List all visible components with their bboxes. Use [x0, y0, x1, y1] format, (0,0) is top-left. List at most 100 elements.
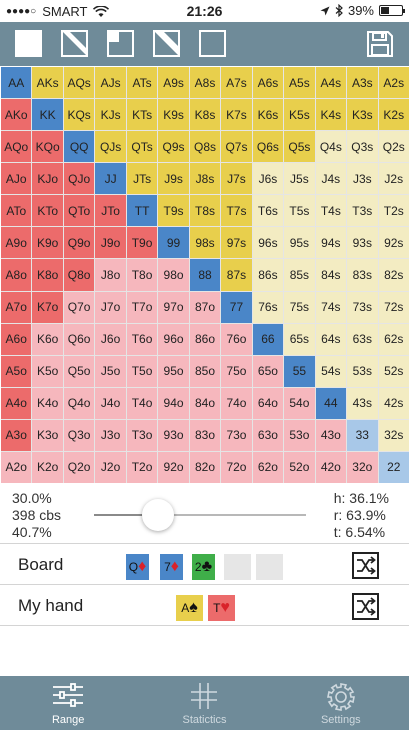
hand-cell-99[interactable]: 99: [158, 227, 189, 259]
hand-cell-66[interactable]: 66: [252, 323, 284, 355]
hand-cell-64s[interactable]: 64s: [315, 323, 347, 355]
hand-cell-T5s[interactable]: T5s: [284, 195, 315, 227]
hand-cell-J9o[interactable]: J9o: [95, 227, 126, 259]
hand-cell-A3s[interactable]: A3s: [347, 67, 378, 99]
hand-cell-84o[interactable]: 84o: [189, 387, 221, 419]
hand-cell-86s[interactable]: 86s: [252, 259, 284, 291]
hand-cell-52s[interactable]: 52s: [378, 355, 409, 387]
hand-cell-55[interactable]: 55: [284, 355, 315, 387]
hand-cell-T3o[interactable]: T3o: [126, 419, 158, 451]
hand-cell-87o[interactable]: 87o: [189, 291, 221, 323]
save-icon[interactable]: [367, 31, 393, 57]
hand-cell-KQs[interactable]: KQs: [63, 99, 95, 131]
hand-cell-42o[interactable]: 42o: [315, 451, 347, 483]
hand-cell-KK[interactable]: KK: [32, 99, 63, 131]
select-pairs-icon[interactable]: [107, 30, 134, 57]
range-slider[interactable]: [94, 499, 306, 531]
hand-cell-QJo[interactable]: QJo: [63, 163, 95, 195]
hand-cell-AQs[interactable]: AQs: [63, 67, 95, 99]
hand-cell-32o[interactable]: 32o: [347, 451, 378, 483]
hand-cell-A8o[interactable]: A8o: [1, 259, 32, 291]
hand-cell-Q4s[interactable]: Q4s: [315, 131, 347, 163]
hand-cell-J7s[interactable]: J7s: [221, 163, 252, 195]
hand-cell-43o[interactable]: 43o: [315, 419, 347, 451]
hand-cell-73o[interactable]: 73o: [221, 419, 252, 451]
hand-cell-Q2s[interactable]: Q2s: [378, 131, 409, 163]
hand-cell-T4o[interactable]: T4o: [126, 387, 158, 419]
hand-cell-92s[interactable]: 92s: [378, 227, 409, 259]
hand-cell-93o[interactable]: 93o: [158, 419, 189, 451]
hand-cell-J6o[interactable]: J6o: [95, 323, 126, 355]
hand-cell-95o[interactable]: 95o: [158, 355, 189, 387]
select-all-icon[interactable]: [15, 30, 42, 57]
hand-cell-42s[interactable]: 42s: [378, 387, 409, 419]
hand-cell-44[interactable]: 44: [315, 387, 347, 419]
hand-cell-33[interactable]: 33: [347, 419, 378, 451]
range-slider-thumb[interactable]: [141, 499, 174, 531]
hand-cell-62s[interactable]: 62s: [378, 323, 409, 355]
hand-cell-A6o[interactable]: A6o: [1, 323, 32, 355]
hand-cell-AJo[interactable]: AJo: [1, 163, 32, 195]
hand-cell-85s[interactable]: 85s: [284, 259, 315, 291]
hand-cell-A9s[interactable]: A9s: [158, 67, 189, 99]
hand-cell-AJs[interactable]: AJs: [95, 67, 126, 99]
hand-cell-K8o[interactable]: K8o: [32, 259, 63, 291]
hand-cell-T7s[interactable]: T7s: [221, 195, 252, 227]
hand-cell-74o[interactable]: 74o: [221, 387, 252, 419]
hand-cell-K3s[interactable]: K3s: [347, 99, 378, 131]
hand-cell-75s[interactable]: 75s: [284, 291, 315, 323]
hand-cell-AQo[interactable]: AQo: [1, 131, 32, 163]
hand-cell-72o[interactable]: 72o: [221, 451, 252, 483]
hand-cell-96o[interactable]: 96o: [158, 323, 189, 355]
hand-cell-Q4o[interactable]: Q4o: [63, 387, 95, 419]
hand-cell-K7s[interactable]: K7s: [221, 99, 252, 131]
hand-cell-Q5s[interactable]: Q5s: [284, 131, 315, 163]
hand-cell-85o[interactable]: 85o: [189, 355, 221, 387]
hand-cell-94o[interactable]: 94o: [158, 387, 189, 419]
board-card-3[interactable]: 2 ♣: [192, 554, 215, 580]
hand-cell-T8o[interactable]: T8o: [126, 259, 158, 291]
hand-cell-T6o[interactable]: T6o: [126, 323, 158, 355]
hand-cell-98s[interactable]: 98s: [189, 227, 221, 259]
hand-cell-T8s[interactable]: T8s: [189, 195, 221, 227]
hand-cell-76s[interactable]: 76s: [252, 291, 284, 323]
hand-cell-Q8o[interactable]: Q8o: [63, 259, 95, 291]
hand-cell-J4o[interactable]: J4o: [95, 387, 126, 419]
hand-cell-97s[interactable]: 97s: [221, 227, 252, 259]
hand-cell-Q3o[interactable]: Q3o: [63, 419, 95, 451]
clear-selection-icon[interactable]: [199, 30, 226, 57]
hand-cell-J2o[interactable]: J2o: [95, 451, 126, 483]
hand-cell-TT[interactable]: TT: [126, 195, 158, 227]
hand-cell-52o[interactable]: 52o: [284, 451, 315, 483]
hand-cell-43s[interactable]: 43s: [347, 387, 378, 419]
hand-cell-JJ[interactable]: JJ: [95, 163, 126, 195]
hand-cell-82o[interactable]: 82o: [189, 451, 221, 483]
hand-cell-K2s[interactable]: K2s: [378, 99, 409, 131]
hand-cell-Q7o[interactable]: Q7o: [63, 291, 95, 323]
hand-cell-95s[interactable]: 95s: [284, 227, 315, 259]
hand-cell-K5o[interactable]: K5o: [32, 355, 63, 387]
hand-card-2[interactable]: T ♥: [208, 595, 235, 621]
hand-cell-Q2o[interactable]: Q2o: [63, 451, 95, 483]
board-card-1[interactable]: Q ♦: [126, 554, 149, 580]
hand-cell-32s[interactable]: 32s: [378, 419, 409, 451]
hand-cell-J7o[interactable]: J7o: [95, 291, 126, 323]
hand-cell-T2o[interactable]: T2o: [126, 451, 158, 483]
hand-cell-92o[interactable]: 92o: [158, 451, 189, 483]
hand-cell-77[interactable]: 77: [221, 291, 252, 323]
hand-cell-K2o[interactable]: K2o: [32, 451, 63, 483]
hand-cell-87s[interactable]: 87s: [221, 259, 252, 291]
hand-cell-K6o[interactable]: K6o: [32, 323, 63, 355]
hand-cell-65s[interactable]: 65s: [284, 323, 315, 355]
hand-cell-J2s[interactable]: J2s: [378, 163, 409, 195]
hand-cell-84s[interactable]: 84s: [315, 259, 347, 291]
hand-cell-J8o[interactable]: J8o: [95, 259, 126, 291]
hand-cell-63s[interactable]: 63s: [347, 323, 378, 355]
select-offsuit-icon[interactable]: [153, 30, 180, 57]
hand-cell-Q8s[interactable]: Q8s: [189, 131, 221, 163]
hand-cell-72s[interactable]: 72s: [378, 291, 409, 323]
hand-cell-T4s[interactable]: T4s: [315, 195, 347, 227]
hand-cell-KTo[interactable]: KTo: [32, 195, 63, 227]
hand-cell-A5s[interactable]: A5s: [284, 67, 315, 99]
tab-settings[interactable]: Settings: [273, 676, 409, 730]
